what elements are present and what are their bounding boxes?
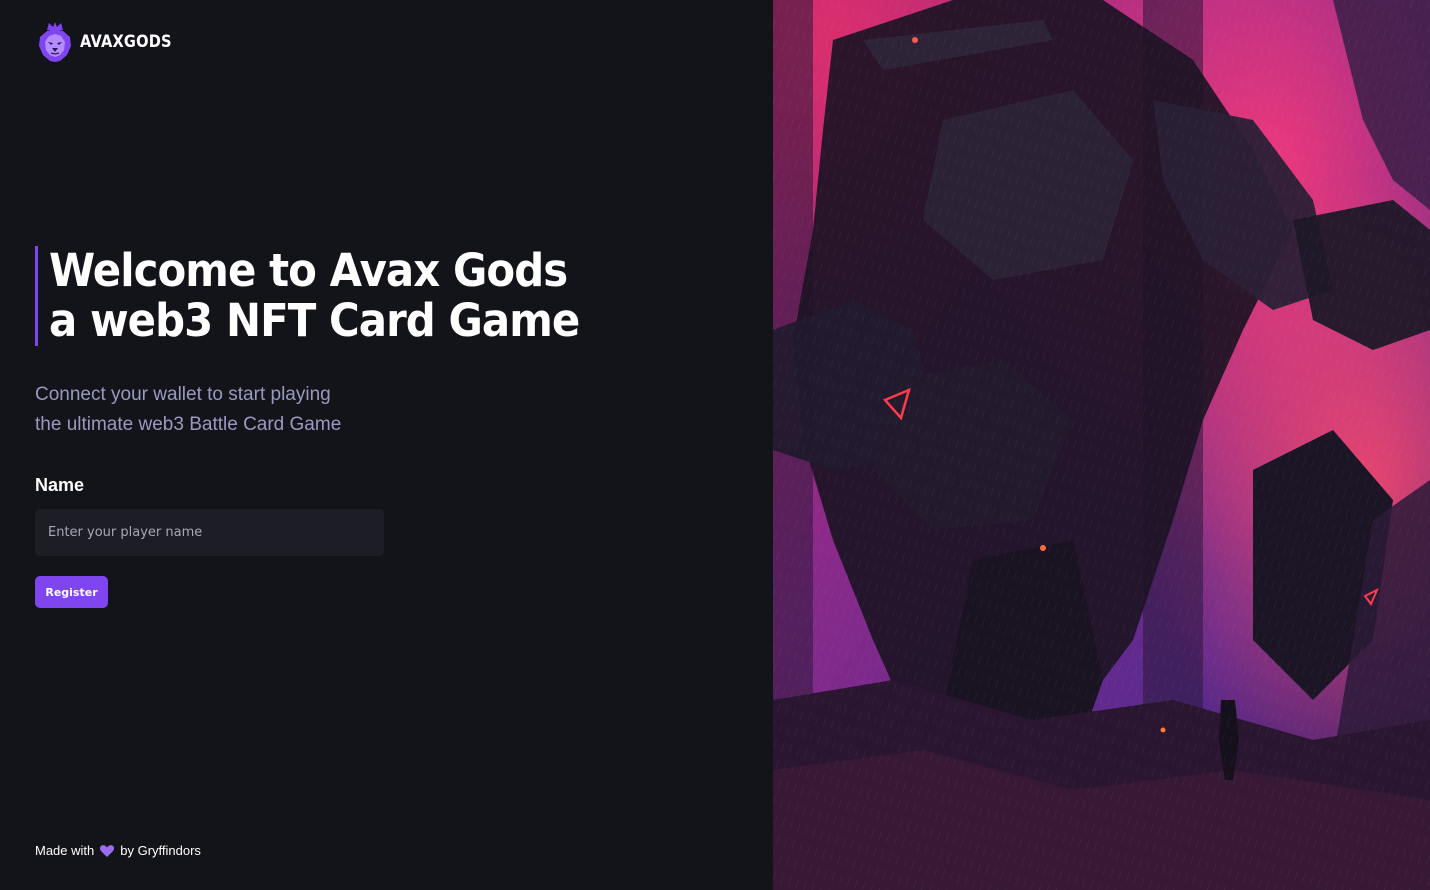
purple-heart-icon xyxy=(100,844,115,857)
brand-name: AVAXGODS xyxy=(80,32,172,52)
mech-warrior-artwork xyxy=(773,0,1430,890)
subtitle-line-2: the ultimate web3 Battle Card Game xyxy=(35,414,342,435)
footer-made-with: Made with xyxy=(35,843,95,858)
footer-author: by Gryffindors xyxy=(120,843,201,858)
hero-title-line-1: Welcome to Avax Gods xyxy=(49,244,568,297)
footer-credit: Made with by Gryffindors xyxy=(35,843,201,858)
register-button[interactable]: Register xyxy=(35,576,108,608)
hero-subtitle: Connect your wallet to start playing the… xyxy=(35,380,341,440)
player-name-input[interactable] xyxy=(35,509,384,556)
hero-artwork xyxy=(773,0,1430,890)
hero-title-line-2: a web3 NFT Card Game xyxy=(49,294,580,347)
lion-crown-logo-icon xyxy=(39,22,71,62)
app-page: AVAXGODS Welcome to Avax Gods a web3 NFT… xyxy=(0,0,1430,890)
subtitle-line-1: Connect your wallet to start playing xyxy=(35,384,331,405)
name-field-label: Name xyxy=(35,475,85,495)
brand-logo[interactable]: AVAXGODS xyxy=(36,21,187,63)
login-panel: AVAXGODS Welcome to Avax Gods a web3 NFT… xyxy=(0,0,773,890)
hero-heading: Welcome to Avax Gods a web3 NFT Card Gam… xyxy=(35,246,619,346)
